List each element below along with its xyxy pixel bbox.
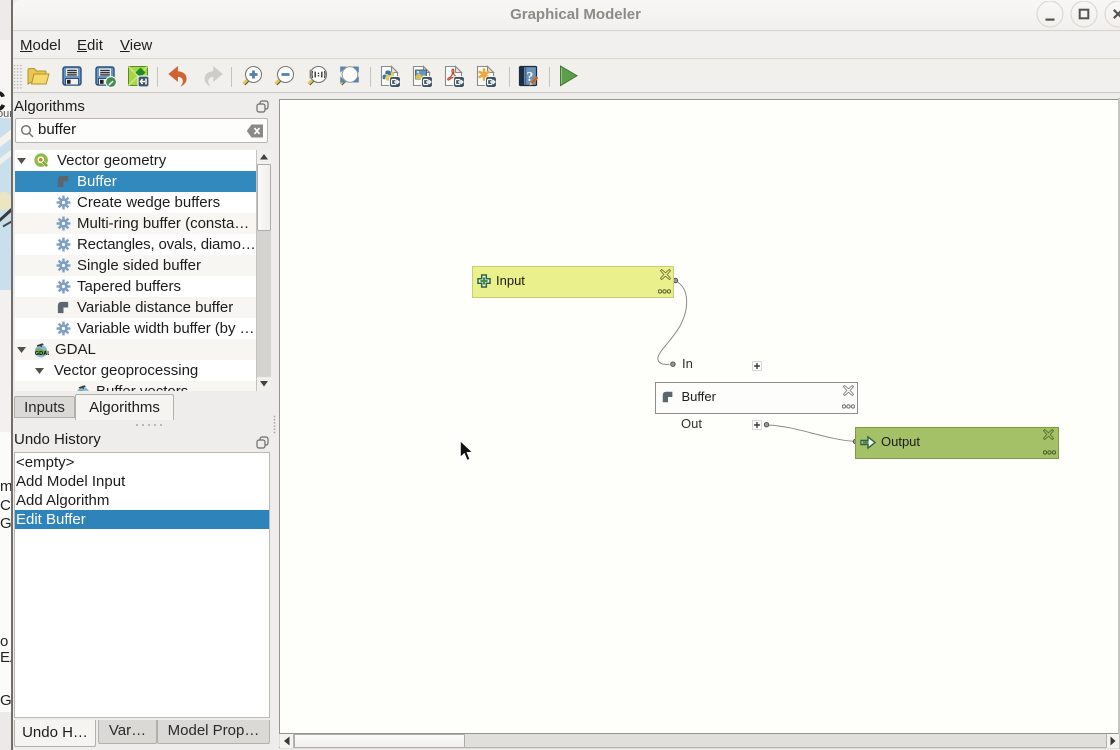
svg-text:GDAL: GDAL [35, 351, 49, 357]
